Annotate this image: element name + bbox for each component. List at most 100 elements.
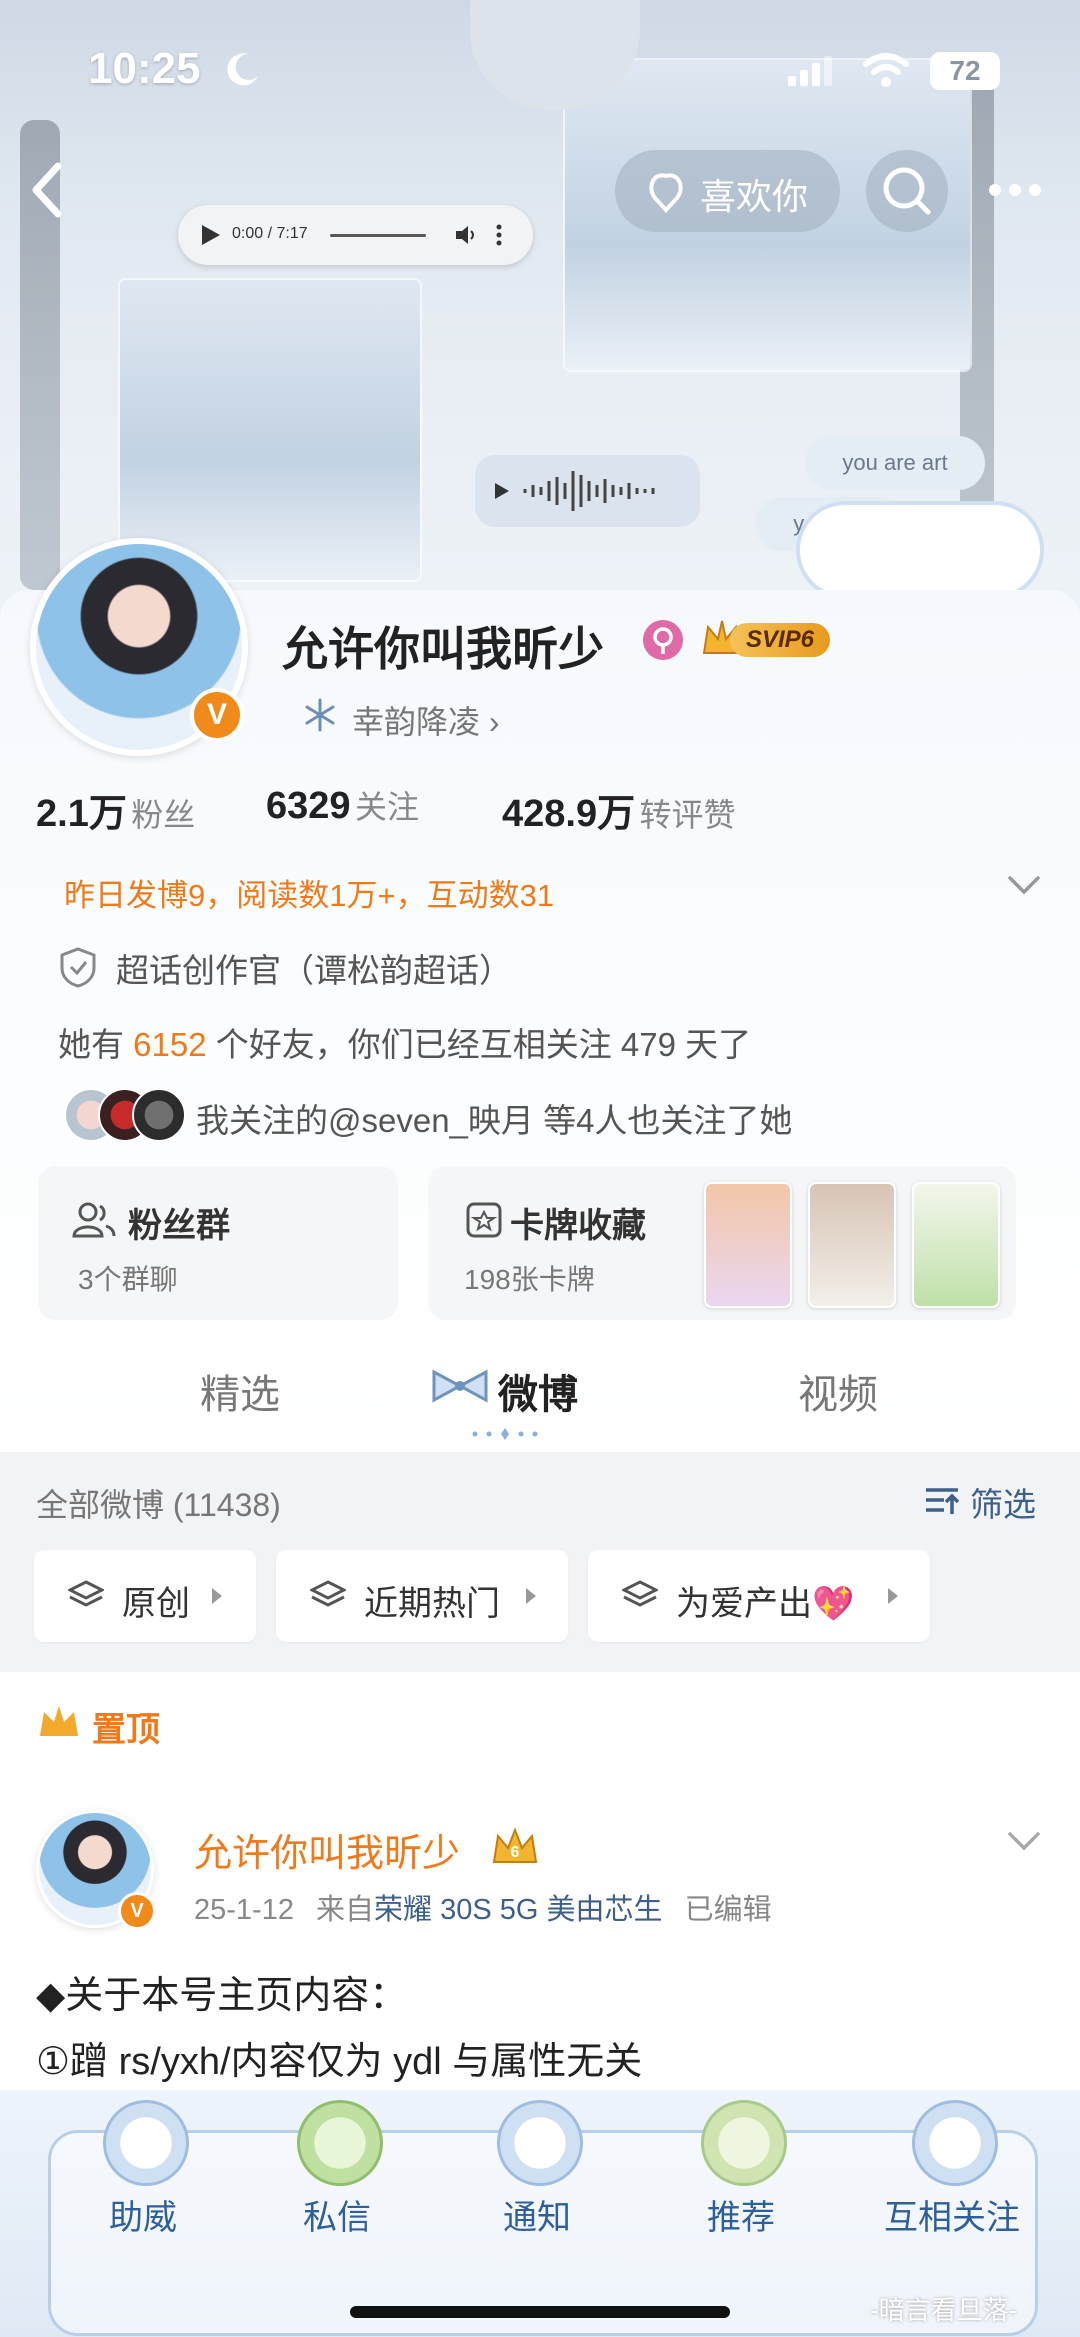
following-count: 6329 — [266, 785, 351, 827]
audio-progress[interactable] — [330, 234, 426, 237]
fan-group-title: 粉丝群 — [128, 1207, 230, 1245]
fans-stat[interactable]: 2.1万 粉丝 — [36, 782, 195, 837]
moon-icon — [222, 50, 262, 90]
chip-label: 近期热门 — [364, 1585, 500, 1623]
mutual-avatars[interactable] — [64, 1088, 186, 1142]
likes-stat[interactable]: 428.9万 转评赞 — [502, 782, 736, 837]
banner-bubble: you are art — [805, 436, 985, 490]
collection-card-thumbnail[interactable] — [808, 1182, 896, 1308]
post-edited: 已编辑 — [684, 1894, 772, 1926]
chip-label: 为爱产出💖 — [676, 1585, 855, 1623]
tab-video[interactable]: 视频 — [798, 1362, 878, 1420]
following-label: 关注 — [355, 789, 420, 825]
tab-weibo[interactable]: 微博 — [498, 1362, 578, 1420]
like-icon — [643, 168, 689, 214]
audio-player[interactable]: 0:00 / 7:17 — [178, 205, 533, 265]
expand-button[interactable] — [1006, 874, 1042, 898]
post-device[interactable]: 荣耀 30S 5G 美由芯生 — [374, 1894, 662, 1926]
svg-text:6: 6 — [511, 1844, 520, 1861]
pinned-crown-icon — [36, 1702, 82, 1742]
fans-count: 2.1万 — [36, 793, 127, 835]
all-posts-count: 全部微博 (11438) — [36, 1487, 281, 1523]
waveform-icon — [495, 471, 655, 511]
activity-summary: 昨日发博9，阅读数1万+，互动数31 — [64, 878, 555, 913]
avatar — [132, 1088, 186, 1142]
bottom-tab-recommend[interactable]: 推荐 — [676, 2100, 806, 2250]
verified-badge-icon: V — [190, 688, 244, 742]
back-button[interactable] — [28, 160, 68, 220]
layers-icon — [68, 1580, 104, 1607]
fans-label: 粉丝 — [131, 797, 196, 833]
recommend-icon — [701, 2100, 787, 2186]
bottom-tab-label: 通知 — [503, 2199, 571, 2237]
bottom-tab-label: 推荐 — [707, 2199, 775, 2237]
more-button[interactable] — [985, 168, 1045, 212]
mutual-follow-icon — [912, 2100, 998, 2186]
like-button[interactable]: 喜欢你 — [615, 150, 840, 232]
profile-name: 允许你叫我昕少 — [282, 623, 604, 675]
home-indicator[interactable] — [350, 2306, 730, 2318]
banner-photo — [120, 280, 420, 580]
caret-right-icon — [888, 1588, 898, 1604]
gender-female-icon — [643, 620, 683, 660]
volume-icon[interactable] — [454, 223, 478, 247]
bottom-tab-mutual-follow[interactable]: 互相关注 — [862, 2100, 1042, 2250]
chip-fan-creations[interactable]: 为爱产出💖 — [588, 1550, 930, 1642]
pinned-label: 置顶 — [92, 1711, 160, 1749]
notification-icon — [497, 2100, 583, 2186]
tab-featured[interactable]: 精选 — [200, 1362, 280, 1420]
bottom-tab-cheer[interactable]: 助威 — [78, 2100, 208, 2250]
signal-icon — [786, 54, 834, 88]
bottom-tab-label: 互相关注 — [884, 2199, 1020, 2237]
filter-label: 筛选 — [970, 1486, 1036, 1523]
more-icon — [989, 184, 1041, 196]
chip-original[interactable]: 原创 — [34, 1550, 256, 1642]
post-author-name[interactable]: 允许你叫我昕少 — [194, 1822, 460, 1877]
vip-badge[interactable]: SVIP6 — [700, 617, 832, 661]
friends-info: 她有 6152 个好友，你们已经互相关注 479 天了 — [58, 1018, 751, 1066]
play-icon[interactable] — [200, 223, 222, 247]
search-button[interactable] — [866, 150, 948, 232]
wifi-icon — [862, 52, 910, 88]
filter-icon — [926, 1488, 960, 1514]
bow-icon — [428, 1366, 492, 1406]
bottom-tab-messages[interactable]: 私信 — [272, 2100, 402, 2250]
post-from: 来自 — [316, 1894, 375, 1926]
bottom-tab-notifications[interactable]: 通知 — [472, 2100, 602, 2250]
chevron-down-icon — [1008, 876, 1040, 895]
bottom-tab-label: 助威 — [109, 2199, 177, 2237]
status-time: 10:25 — [88, 44, 201, 93]
chevron-down-icon — [1008, 1832, 1040, 1851]
chip-recent-hot[interactable]: 近期热门 — [276, 1550, 568, 1642]
shield-icon — [58, 946, 98, 988]
post-meta: 25-1-12 来自荣耀 30S 5G 美由芯生 已编辑 — [194, 1886, 772, 1928]
friends-suffix: 个好友，你们已经互相关注 479 天了 — [206, 1026, 752, 1063]
likes-count: 428.9万 — [502, 793, 636, 835]
crown-icon: 6 — [490, 1824, 540, 1868]
post-text-line: ◆关于本号主页内容： — [36, 1975, 408, 2017]
voice-message[interactable] — [475, 455, 700, 527]
collection-card-thumbnail[interactable] — [704, 1182, 792, 1308]
card-collection[interactable]: 卡牌收藏 198张卡牌 — [428, 1166, 1016, 1320]
battery-indicator: 72 — [930, 52, 1000, 90]
friends-prefix: 她有 — [58, 1026, 134, 1063]
card-collection-title: 卡牌收藏 — [510, 1207, 646, 1245]
watermark: -暗言看旦落- — [870, 2295, 1018, 2325]
fan-group-card[interactable]: 粉丝群 3个群聊 — [38, 1166, 398, 1320]
mutual-follow-text[interactable]: 我关注的@seven_映月 等4人也关注了她 — [196, 1094, 792, 1142]
fan-group-subtitle: 3个群聊 — [78, 1264, 178, 1295]
audio-more-icon[interactable] — [494, 223, 504, 247]
following-stat[interactable]: 6329 关注 — [266, 782, 419, 828]
profile-group-link[interactable]: 幸韵降凌 › — [352, 697, 500, 743]
post-menu-button[interactable] — [1006, 1830, 1042, 1854]
card-collection-subtitle: 198张卡牌 — [464, 1264, 595, 1295]
cloud-decoration — [800, 505, 1040, 595]
caret-right-icon — [526, 1588, 536, 1604]
caret-right-icon — [212, 1588, 222, 1604]
creator-title[interactable]: 超话创作官（谭松韵超话） — [116, 944, 512, 992]
layers-icon — [310, 1580, 346, 1607]
like-label: 喜欢你 — [700, 176, 809, 217]
collection-card-thumbnail[interactable] — [912, 1182, 1000, 1308]
layers-icon — [622, 1580, 658, 1607]
cheer-icon — [103, 2100, 189, 2186]
